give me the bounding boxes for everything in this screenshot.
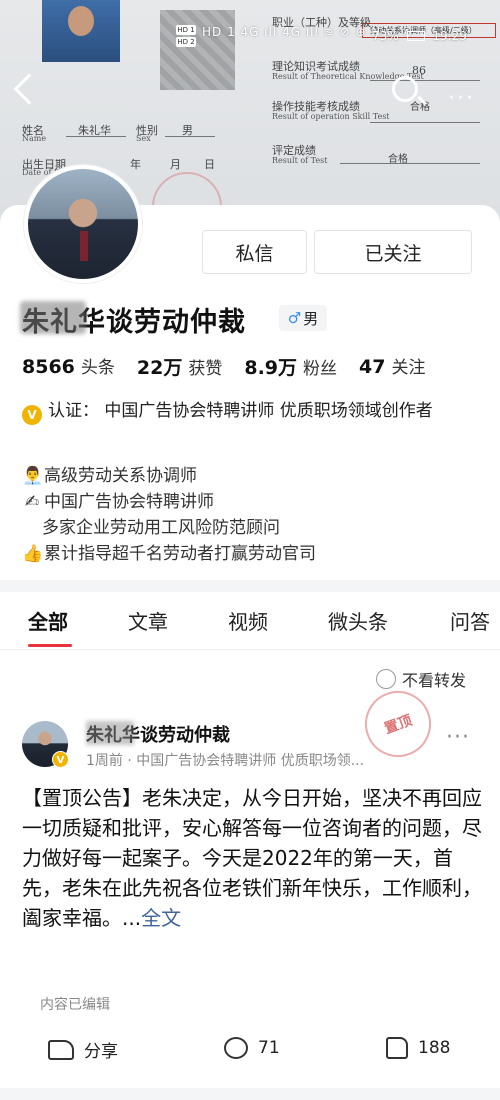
battery-level: 73%	[372, 29, 399, 43]
tab-qa[interactable]: 问答	[450, 606, 490, 635]
skill-en: Result of operation Skill Test	[272, 112, 390, 121]
stat-fans-label: 粉丝	[303, 359, 338, 379]
name-blur-overlay	[20, 301, 86, 334]
bio-text: 多家企业劳动用工风险防范顾问	[42, 518, 280, 538]
hd1-badge: HD 1	[176, 25, 196, 35]
bio-text: 累计指导超千名劳动者打赢劳动官司	[44, 544, 316, 564]
verification-info: V 认证： 中国广告协会特聘讲师 优质职场领域创作者	[22, 398, 482, 425]
stat-likes-value: 22万	[136, 357, 183, 379]
edited-note: 内容已编辑	[40, 997, 110, 1013]
bio-text: 中国广告协会特聘讲师	[44, 492, 214, 512]
day-label: 日	[204, 158, 215, 171]
writing-hand-emoji-icon: ✍	[24, 492, 40, 512]
comment-count: 71	[258, 1038, 280, 1058]
eval-en: Result of Test	[272, 156, 328, 165]
pinned-post: 不看转发 置顶 V 朱礼华谈劳动仲裁 1周前 · 中国广告协会特聘讲师 优质职场…	[0, 651, 500, 1091]
tab-articles[interactable]: 文章	[128, 606, 168, 635]
followed-button[interactable]: 已关注	[314, 230, 472, 274]
search-icon[interactable]	[392, 76, 418, 102]
stat-likes-label: 获赞	[188, 359, 223, 379]
stat-following-label: 关注	[391, 358, 426, 378]
stat-likes[interactable]: 22万 获赞	[137, 353, 222, 380]
section-divider	[0, 580, 500, 592]
radio-circle-icon	[376, 669, 396, 689]
tab-videos[interactable]: 视频	[228, 606, 268, 635]
bio-text: 高级劳动关系协调师	[44, 466, 197, 486]
hide-reposts-toggle[interactable]: 不看转发	[376, 667, 466, 691]
bio-line: 👨‍💼高级劳动关系协调师	[22, 463, 316, 489]
gender-label: 男	[303, 309, 319, 328]
tab-all[interactable]: 全部	[28, 606, 68, 635]
bio-line: 👍累计指导超千名劳动者打赢劳动官司	[22, 541, 316, 567]
share-button[interactable]: 分享	[48, 1037, 118, 1062]
avatar-tie	[80, 231, 88, 261]
stat-posts-value: 8566	[22, 356, 75, 378]
comment-icon	[224, 1037, 248, 1059]
year-label: 年	[130, 158, 141, 171]
stat-following[interactable]: 47 关注	[359, 353, 425, 380]
share-label: 分享	[84, 1042, 118, 1062]
tab-micro-posts[interactable]: 微头条	[328, 606, 388, 635]
like-count: 188	[418, 1038, 451, 1058]
theory-score: 86	[412, 64, 426, 77]
thumbs-up-icon	[386, 1037, 408, 1059]
bottom-divider	[0, 1088, 500, 1100]
like-button[interactable]: 188	[386, 1037, 450, 1059]
gender-badge: ♂ 男	[279, 305, 327, 331]
post-actions: 分享 71 188	[0, 1031, 500, 1071]
active-tab-indicator	[28, 644, 72, 647]
hd2-badge: HD 2	[176, 37, 196, 47]
post-body[interactable]: 【置顶公告】老朱决定，从今日开始，坚决不再回应一切质疑和批评，安心解答每一位咨询…	[22, 783, 484, 933]
battery-icon	[406, 31, 425, 41]
post-text: 【置顶公告】老朱决定，从今日开始，坚决不再回应一切质疑和批评，安心解答每一位咨询…	[22, 786, 482, 930]
stat-posts-label: 头条	[80, 358, 115, 378]
qr-code-blurred	[160, 10, 235, 90]
name-blur-overlay	[86, 721, 134, 745]
month-label: 月	[170, 158, 181, 171]
verification-text: 认证： 中国广告协会特聘讲师 优质职场领域创作者	[48, 401, 433, 421]
male-icon: ♂	[287, 309, 302, 327]
name-en: Name	[22, 134, 47, 143]
full-text-link[interactable]: 全文	[141, 906, 181, 930]
status-bar-right: 73% 19:29	[372, 29, 467, 43]
profile-stats: 8566 头条 22万 获赞 8.9万 粉丝 47 关注	[22, 353, 447, 380]
comment-button[interactable]: 71	[224, 1037, 280, 1059]
profile-avatar[interactable]	[24, 165, 142, 283]
post-meta: 1周前 · 中国广告协会特聘讲师 优质职场领...	[86, 753, 365, 769]
clock: 19:29	[432, 29, 467, 43]
sex-en: Sex	[136, 134, 151, 143]
post-more-icon[interactable]: ···	[446, 725, 470, 750]
stat-fans-value: 8.9万	[244, 357, 298, 379]
thumbs-up-emoji-icon: 👍	[22, 544, 44, 564]
certificate-photo	[42, 0, 120, 62]
businessman-emoji-icon: 👨‍💼	[22, 466, 44, 486]
bio-line: 多家企业劳动用工风险防范顾问	[22, 515, 316, 541]
stat-following-value: 47	[359, 356, 386, 378]
stat-fans[interactable]: 8.9万 粉丝	[244, 353, 337, 380]
verified-badge-icon: V	[22, 405, 42, 425]
hide-reposts-label: 不看转发	[402, 671, 467, 690]
bio-line: ✍ 中国广告协会特聘讲师	[22, 489, 316, 515]
content-tabs: 全部 文章 视频 微头条 问答	[0, 592, 500, 650]
stat-posts[interactable]: 8566 头条	[22, 353, 115, 380]
profile-bio: 👨‍💼高级劳动关系协调师 ✍ 中国广告协会特聘讲师 多家企业劳动用工风险防范顾问 …	[22, 463, 316, 567]
more-dots-icon[interactable]: ···	[448, 86, 475, 111]
share-icon	[48, 1039, 74, 1060]
verified-badge-icon: V	[52, 751, 69, 768]
message-button[interactable]: 私信	[202, 230, 307, 274]
